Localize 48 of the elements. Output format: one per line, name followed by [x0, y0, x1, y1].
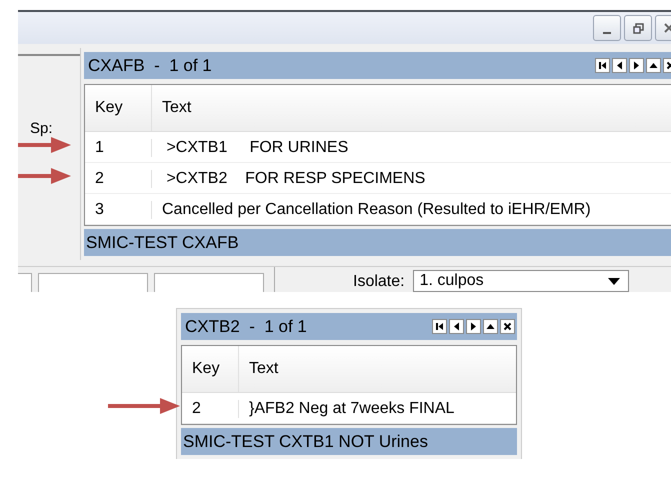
popup-footer: SMIC-TEST CXTB1 NOT Urines — [181, 428, 517, 455]
table-cell-text: 2 — [191, 400, 202, 418]
annotation-arrow — [108, 398, 180, 414]
column-header: Key — [191, 359, 221, 379]
right-triangle-icon — [632, 61, 641, 70]
collapse-button[interactable] — [646, 58, 661, 73]
column-header: Text — [238, 346, 278, 392]
input-field[interactable] — [38, 273, 148, 292]
close-button[interactable] — [500, 319, 515, 334]
table-cell-text: 1 — [94, 138, 105, 156]
minimize-icon — [603, 32, 611, 34]
close-icon — [503, 322, 512, 331]
column-header: Key — [94, 98, 124, 118]
up-triangle-icon — [649, 61, 658, 70]
column-header: Text — [151, 85, 192, 131]
table-cell-text: 2 — [94, 170, 105, 188]
table-cell: Cancelled per Cancellation Reason (Resulted to iEHR/EMR) — [151, 200, 591, 218]
popup-footer: SMIC-TEST CXAFB — [84, 229, 671, 256]
previous-record-button[interactable] — [612, 58, 627, 73]
first-record-button[interactable] — [432, 319, 447, 334]
first-record-button[interactable] — [595, 58, 610, 73]
up-triangle-icon — [486, 322, 495, 331]
table-cell: }AFB2 Neg at 7weeks FINAL — [238, 400, 454, 418]
close-icon — [664, 23, 671, 33]
field-label: Sp: — [30, 120, 53, 137]
skip-first-icon — [435, 322, 444, 331]
input-field[interactable] — [154, 273, 264, 292]
next-record-button[interactable] — [629, 58, 644, 73]
left-triangle-icon — [452, 322, 461, 331]
restore-button[interactable] — [624, 15, 652, 41]
minimize-button[interactable] — [593, 15, 621, 41]
right-triangle-icon — [469, 322, 478, 331]
table-cell: >CXTB2 FOR RESP SPECIMENS — [151, 170, 426, 188]
popup-title: CXAFB - 1 of 1 — [88, 56, 212, 76]
next-record-button[interactable] — [466, 319, 481, 334]
restore-icon — [632, 22, 644, 34]
isolate-dropdown[interactable]: 1. culpos — [412, 270, 629, 292]
table-cell: >CXTB1 FOR URINES — [151, 138, 348, 156]
annotation-arrow — [18, 168, 71, 184]
table-cell-text: 3 — [94, 200, 105, 218]
dropdown-caret-icon — [608, 278, 620, 284]
previous-record-button[interactable] — [449, 319, 464, 334]
annotation-arrow — [18, 137, 71, 153]
popup-title: CXTB2 - 1 of 1 — [185, 316, 307, 336]
skip-first-icon — [598, 61, 607, 70]
field-label: Isolate: — [353, 273, 405, 291]
left-triangle-icon — [615, 61, 624, 70]
collapse-button[interactable] — [483, 319, 498, 334]
